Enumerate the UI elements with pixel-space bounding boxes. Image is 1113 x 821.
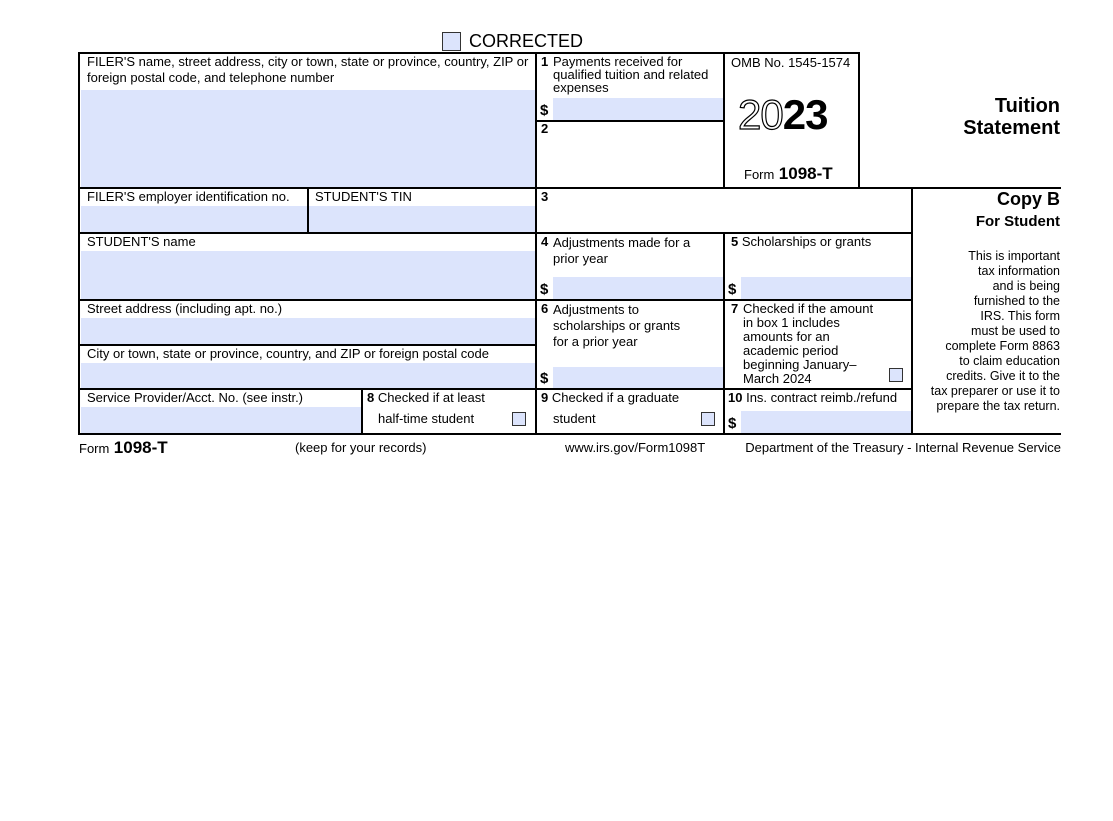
- box1-number: 1: [541, 54, 549, 69]
- box6-line: scholarships or grants: [553, 318, 681, 333]
- notice-line: prepare the tax return.: [936, 399, 1060, 413]
- box7-text: Checked if the amount in box 1 includes …: [743, 302, 873, 386]
- tax-year-outline: 20: [737, 91, 784, 138]
- tax-year: 2023: [737, 91, 829, 138]
- box2-number: 2: [541, 121, 549, 136]
- box6-line: for a prior year: [553, 334, 638, 349]
- footer-form-id: Form 1098-T: [79, 438, 168, 458]
- box3-number: 3: [541, 189, 549, 204]
- box10-dollar-sign: $: [728, 415, 737, 432]
- corrected-label: CORRECTED: [469, 31, 584, 51]
- form-title-line2: Statement: [963, 117, 1060, 139]
- box6-text: Adjustments to scholarships or grants fo…: [553, 302, 680, 350]
- box10-amount-field[interactable]: [741, 411, 911, 433]
- filer-name-label-line2: foreign postal code, and telephone numbe…: [87, 70, 335, 85]
- copy-notice: This is important tax information and is…: [931, 249, 1060, 414]
- box4-dollar-sign: $: [540, 281, 549, 298]
- box6-dollar-sign: $: [540, 370, 549, 387]
- notice-line: complete Form 8863: [945, 339, 1060, 353]
- box7-line: March 2024: [743, 371, 812, 386]
- form-number: 1098-T: [778, 164, 833, 183]
- box9-text-line2: student: [553, 411, 596, 426]
- notice-line: IRS. This form: [980, 309, 1060, 323]
- box1-amount-field[interactable]: [553, 98, 723, 120]
- notice-line: and is being: [992, 279, 1060, 293]
- service-provider-label: Service Provider/Acct. No. (see instr.): [87, 390, 304, 405]
- box6-amount-field[interactable]: [553, 367, 723, 388]
- notice-line: tax preparer or use it to: [930, 384, 1060, 398]
- box7-line: in box 1 includes: [743, 315, 840, 330]
- box7-number: 7: [731, 301, 739, 316]
- copy-title: Copy B: [997, 189, 1060, 209]
- footer-keep-note: (keep for your records): [295, 440, 427, 455]
- omb-number: OMB No. 1545-1574: [731, 55, 851, 70]
- box4-amount-field[interactable]: [553, 277, 723, 299]
- box5-number: 5: [731, 234, 739, 249]
- box5-label: 5 Scholarships or grants: [731, 235, 871, 249]
- filer-name-label-line1: FILER'S name, street address, city or to…: [87, 54, 529, 69]
- form-id-top: Form 1098-T: [744, 164, 833, 184]
- student-tin-field[interactable]: [309, 206, 535, 232]
- footer-form-number: 1098-T: [113, 438, 168, 457]
- box7-line: beginning January–: [743, 357, 857, 372]
- box1-text: Payments received for qualified tuition …: [553, 55, 708, 94]
- box10-text: Ins. contract reimb./refund: [746, 390, 898, 405]
- box9-label: 9 Checked if a graduate: [541, 391, 679, 405]
- filer-ein-field[interactable]: [81, 206, 307, 232]
- box9-text: Checked if a graduate: [551, 390, 680, 405]
- form-prefix: Form: [744, 167, 775, 182]
- box1-line: expenses: [553, 80, 609, 95]
- footer-form-prefix: Form: [79, 441, 110, 456]
- footer-url[interactable]: www.irs.gov/Form1098T: [565, 441, 705, 455]
- box1-label: 1: [541, 55, 548, 69]
- box7-checkbox[interactable]: [889, 368, 903, 382]
- box8-label: 8 Checked if at least: [367, 391, 485, 405]
- filer-ein-label: FILER'S employer identification no.: [87, 189, 290, 204]
- form-title: Tuition Statement: [963, 95, 1060, 139]
- box5-amount-field[interactable]: [741, 277, 911, 299]
- tax-year-bold: 23: [782, 91, 829, 138]
- student-name-label: STUDENT'S name: [87, 234, 196, 249]
- notice-line: tax information: [978, 264, 1060, 278]
- corrected-checkbox[interactable]: [442, 32, 461, 51]
- box5-dollar-sign: $: [728, 281, 737, 298]
- footer-department: Department of the Treasury - Internal Re…: [745, 440, 1061, 455]
- box6-number: 6: [541, 301, 549, 316]
- city-field[interactable]: [81, 363, 535, 388]
- box9-checkbox[interactable]: [701, 412, 715, 426]
- box8-checkbox[interactable]: [512, 412, 526, 426]
- box4-line: prior year: [553, 251, 608, 266]
- box6-line: Adjustments to: [553, 302, 639, 317]
- service-provider-field[interactable]: [81, 407, 361, 433]
- student-name-field[interactable]: [81, 251, 535, 299]
- box4-line: Adjustments made for a: [553, 235, 691, 250]
- notice-line: furnished to the: [973, 294, 1060, 308]
- notice-line: must be used to: [971, 324, 1060, 338]
- street-address-label: Street address (including apt. no.): [87, 301, 283, 316]
- form-title-line1: Tuition: [994, 95, 1060, 117]
- box4-text: Adjustments made for a prior year: [553, 235, 690, 267]
- box8-text-line2: half-time student: [378, 411, 475, 426]
- box1-dollar-sign: $: [540, 102, 549, 119]
- student-tin-label: STUDENT'S TIN: [315, 189, 412, 204]
- notice-line: This is important: [968, 249, 1060, 263]
- city-label: City or town, state or province, country…: [87, 346, 489, 361]
- box8-number: 8: [367, 390, 375, 405]
- box9-number: 9: [541, 390, 549, 405]
- box4-number: 4: [541, 234, 549, 249]
- box10-number: 10: [728, 390, 743, 405]
- notice-line: to claim education: [959, 354, 1060, 368]
- box8-text: Checked if at least: [377, 390, 485, 405]
- filer-name-field[interactable]: [81, 90, 535, 187]
- street-address-field[interactable]: [81, 318, 535, 344]
- copy-subtitle: For Student: [975, 213, 1060, 230]
- box10-label: 10 Ins. contract reimb./refund: [728, 391, 897, 405]
- box7-line: Checked if the amount: [743, 301, 874, 316]
- notice-line: credits. Give it to the: [946, 369, 1060, 383]
- box5-text: Scholarships or grants: [741, 234, 872, 249]
- box7-line: amounts for an: [743, 329, 830, 344]
- box7-line: academic period: [743, 343, 839, 358]
